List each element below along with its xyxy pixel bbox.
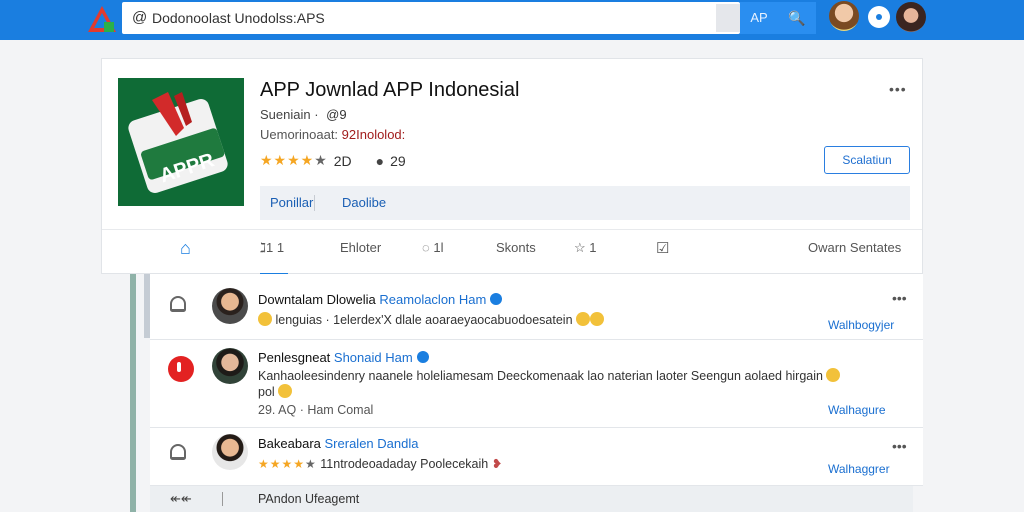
post-author: Downtalam Dlowelia Reamolaclon Ham bbox=[258, 292, 503, 307]
app-icon: APPR bbox=[118, 78, 244, 206]
author-name: Penlesgneat bbox=[258, 350, 331, 365]
post-body-cont: pol bbox=[258, 385, 275, 399]
app-logo-icon[interactable] bbox=[86, 4, 118, 34]
post-text-cont: pol bbox=[258, 384, 293, 399]
bell-icon[interactable] bbox=[170, 444, 186, 460]
tab-bar: ⌂ ℷ1 1 Ehloter ◌ 1l Skonts ☆ 1 ☑ Owarn S… bbox=[102, 229, 922, 276]
tab-comments[interactable]: ◌ 1l bbox=[422, 240, 443, 255]
subscribe-button[interactable]: Scalatiun bbox=[824, 146, 910, 174]
post-body: 11ntrodeoadaday Poolecekaih bbox=[320, 457, 489, 471]
apk-icon: APPR bbox=[128, 92, 228, 194]
post-body: lenguias · 1elerdex'X dlale aoaraeyaocab… bbox=[275, 313, 573, 327]
top-bar: @ Dodonoolast Unodolss:APS AP 🔍 bbox=[0, 0, 1024, 40]
author-handle[interactable]: Reamolaclon Ham bbox=[379, 292, 486, 307]
verified-icon bbox=[416, 351, 429, 363]
author-handle[interactable]: Sreralen Dandla bbox=[325, 436, 419, 451]
search-bar[interactable]: @ Dodonoolast Unodolss:APS bbox=[122, 2, 740, 34]
search-icon[interactable]: 🔍 bbox=[778, 2, 816, 34]
tab-shorts[interactable]: Skonts bbox=[496, 240, 536, 255]
post-item[interactable]: Downtalam Dlowelia Reamolaclon Ham lengu… bbox=[150, 274, 923, 340]
notification-icon[interactable] bbox=[868, 6, 890, 28]
at-icon: @ bbox=[132, 9, 148, 26]
app-card: APPR APP Jownlad APP Indonesial ••• Suen… bbox=[101, 58, 923, 276]
author-name: Downtalam Dlowelia bbox=[258, 292, 376, 307]
emoji-icon bbox=[258, 312, 272, 326]
user-avatar[interactable] bbox=[829, 1, 859, 31]
tab-threads[interactable]: ℷ1 1 bbox=[260, 240, 284, 256]
post-item[interactable]: Bakeabara Sreralen Dandla ★★★★★ 11ntrode… bbox=[150, 428, 923, 486]
rating-row: ★★★★★ 2D ● 29 bbox=[260, 152, 406, 169]
meta2-value: 92Inololod: bbox=[341, 127, 406, 142]
rating-count: 2D bbox=[333, 152, 352, 169]
link-primary[interactable]: Ponillar bbox=[270, 195, 313, 210]
bottom-composer[interactable]: ↞↞ PAndon Ufeagemt bbox=[150, 486, 913, 512]
voice-search-icon[interactable] bbox=[716, 4, 740, 32]
tab-owner[interactable]: Owarn Sentates bbox=[808, 240, 901, 255]
author-name: Bakeabara bbox=[258, 436, 321, 451]
emoji-icon bbox=[278, 384, 293, 398]
link-divider bbox=[314, 195, 315, 211]
post-text: Kanhaoleesindenry naanele holeliamesam D… bbox=[258, 368, 878, 383]
app-meta-secondary: Uemorinoaat: 92Inololod: bbox=[260, 127, 405, 142]
feed-rail bbox=[130, 274, 136, 512]
composer-divider bbox=[222, 492, 223, 506]
tab-home[interactable]: ⌂ bbox=[180, 238, 191, 259]
avatar[interactable] bbox=[212, 434, 248, 470]
alert-icon[interactable] bbox=[168, 356, 194, 382]
emoji-icon bbox=[590, 312, 605, 326]
post-text: lenguias · 1elerdex'X dlale aoaraeyaocab… bbox=[258, 312, 605, 327]
tab-filter[interactable]: Ehloter bbox=[340, 240, 381, 255]
drag-handle-icon[interactable]: ↞↞ bbox=[170, 491, 192, 507]
post-link[interactable]: Walhaggrer bbox=[828, 462, 890, 476]
post-text: ★★★★★ 11ntrodeoadaday Poolecekaih ❥ bbox=[258, 456, 502, 471]
post-link[interactable]: Walhbogyjer bbox=[828, 318, 894, 332]
post-author: Penlesgneat Shonaid Ham bbox=[258, 350, 429, 365]
post-author: Bakeabara Sreralen Dandla bbox=[258, 436, 418, 451]
more-options-icon[interactable]: ••• bbox=[889, 81, 907, 97]
avatar[interactable] bbox=[212, 348, 248, 384]
app-meta: Sueniain · @9 bbox=[260, 107, 347, 122]
post-more-icon[interactable]: ••• bbox=[892, 438, 907, 454]
link-secondary[interactable]: Daolibe bbox=[342, 195, 386, 210]
rating-stars-icon: ★★★★★ bbox=[260, 152, 328, 168]
bell-icon[interactable] bbox=[170, 296, 186, 312]
post-more-icon[interactable]: ••• bbox=[892, 290, 907, 306]
author-handle[interactable]: Shonaid Ham bbox=[334, 350, 413, 365]
tab-favorites[interactable]: ☆ 1 bbox=[574, 240, 597, 256]
post-body: Kanhaoleesindenry naanele holeliamesam D… bbox=[258, 369, 823, 383]
profile-avatar[interactable] bbox=[896, 2, 926, 32]
rating-stars-icon: ★★★★★ bbox=[258, 457, 317, 471]
post-time: 29. AQ · Ham Comal bbox=[258, 403, 374, 417]
emoji-icon bbox=[826, 368, 841, 382]
heart-icon: ❥ bbox=[491, 457, 503, 471]
meta-icon: @9 bbox=[326, 107, 347, 122]
composer-placeholder[interactable]: PAndon Ufeagemt bbox=[258, 492, 359, 506]
tab-check[interactable]: ☑ bbox=[656, 239, 669, 257]
link-bar: Ponillar Daolibe bbox=[260, 186, 910, 220]
comment-icon: ● bbox=[375, 152, 385, 169]
post-link[interactable]: Walhagure bbox=[828, 403, 886, 417]
tab-ap[interactable]: AP bbox=[740, 2, 778, 34]
search-input[interactable]: Dodonoolast Unodolss:APS bbox=[152, 10, 325, 26]
meta2-label: Uemorinoaat: bbox=[260, 127, 342, 142]
app-title: APP Jownlad APP Indonesial bbox=[260, 79, 520, 101]
comment-count: 29 bbox=[390, 152, 406, 169]
meta-label: Sueniain · bbox=[260, 107, 323, 122]
verified-icon bbox=[490, 293, 503, 305]
post-item[interactable]: Penlesgneat Shonaid Ham Kanhaoleesindenr… bbox=[150, 340, 923, 428]
emoji-icon bbox=[576, 312, 591, 326]
avatar[interactable] bbox=[212, 288, 248, 324]
